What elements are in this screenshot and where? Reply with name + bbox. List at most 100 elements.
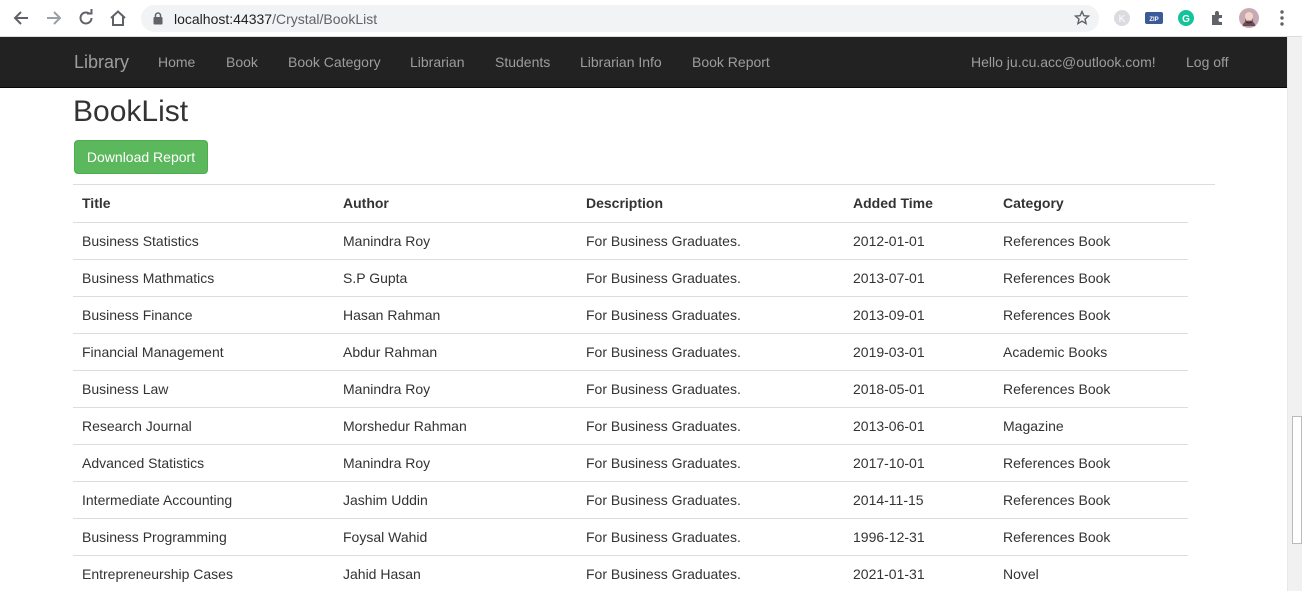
table-row: Business Mathmatics S.P Gupta For Busine… [73,259,1188,297]
book-list-table: Title Author Description Added Time Cate… [73,185,1188,591]
home-button[interactable] [106,6,130,30]
table-header-row: Title Author Description Added Time Cate… [73,185,1188,223]
cell-title: Business Statistics [73,222,334,260]
cell-author: Foysal Wahid [334,518,577,556]
back-button[interactable] [9,6,33,30]
download-report-button[interactable]: Download Report [74,140,208,174]
cell-description: For Business Graduates. [577,370,844,408]
cell-category: References Book [994,444,1188,482]
url-text: localhost:44337/Crystal/BookList [174,11,377,27]
cell-added-time: 2013-09-01 [844,296,994,334]
column-header-category: Category [994,185,1188,223]
column-header-title: Title [73,185,334,223]
cell-title: Business Finance [73,296,334,334]
cell-author: Manindra Roy [334,222,577,260]
cell-added-time: 2021-01-31 [844,555,994,591]
table-row: Financial Management Abdur Rahman For Bu… [73,333,1188,371]
arrow-left-icon [13,11,28,25]
url-host: localhost:44337 [174,11,273,27]
cell-added-time: 1996-12-31 [844,518,994,556]
extension-k-icon[interactable]: K [1112,8,1132,28]
cell-added-time: 2013-07-01 [844,259,994,297]
logoff-link[interactable]: Log off [1186,54,1229,70]
cell-category: Academic Books [994,333,1188,371]
profile-avatar-icon[interactable] [1239,8,1259,28]
forward-button[interactable] [42,6,66,30]
cell-author: Jashim Uddin [334,481,577,519]
scrollbar-thumb[interactable] [1292,416,1302,544]
extension-zip-icon[interactable]: ZIP [1144,8,1164,28]
cell-description: For Business Graduates. [577,333,844,371]
cell-category: Magazine [994,407,1188,445]
nav-book-report[interactable]: Book Report [692,54,770,70]
cell-description: For Business Graduates. [577,518,844,556]
cell-title: Intermediate Accounting [73,481,334,519]
column-header-description: Description [577,185,844,223]
nav-book-category[interactable]: Book Category [288,54,381,70]
nav-librarian[interactable]: Librarian [410,54,464,70]
extensions-puzzle-icon[interactable] [1208,8,1228,28]
extension-grammarly-icon[interactable]: G [1176,8,1196,28]
navbar-brand[interactable]: Library [74,52,129,73]
cell-description: For Business Graduates. [577,481,844,519]
cell-category: References Book [994,481,1188,519]
cell-added-time: 2012-01-01 [844,222,994,260]
svg-text:ZIP: ZIP [1149,17,1158,23]
url-path: /Crystal/BookList [272,11,378,27]
svg-text:K: K [1119,14,1126,25]
cell-description: For Business Graduates. [577,222,844,260]
cell-description: For Business Graduates. [577,296,844,334]
cell-added-time: 2013-06-01 [844,407,994,445]
cell-title: Financial Management [73,333,334,371]
cell-category: References Book [994,259,1188,297]
nav-book[interactable]: Book [226,54,258,70]
cell-category: References Book [994,296,1188,334]
cell-added-time: 2019-03-01 [844,333,994,371]
svg-text:G: G [1182,14,1190,25]
cell-author: Jahid Hasan [334,555,577,591]
table-row: Business Statistics Manindra Roy For Bus… [73,222,1188,260]
table-row: Business Programming Foysal Wahid For Bu… [73,518,1188,556]
column-header-author: Author [334,185,577,223]
cell-added-time: 2014-11-15 [844,481,994,519]
user-greeting-link[interactable]: Hello ju.cu.acc@outlook.com! [971,54,1156,70]
cell-description: For Business Graduates. [577,444,844,482]
nav-students[interactable]: Students [495,54,550,70]
cell-description: For Business Graduates. [577,259,844,297]
cell-author: Morshedur Rahman [334,407,577,445]
cell-title: Business Mathmatics [73,259,334,297]
reload-icon [79,9,93,25]
cell-category: References Book [994,518,1188,556]
arrow-right-icon [47,11,62,25]
cell-title: Research Journal [73,407,334,445]
page-title: BookList [73,95,189,128]
table-row: Business Finance Hasan Rahman For Busine… [73,296,1188,334]
cell-author: Hasan Rahman [334,296,577,334]
cell-added-time: 2017-10-01 [844,444,994,482]
cell-title: Business Programming [73,518,334,556]
nav-librarian-info[interactable]: Librarian Info [580,54,662,70]
address-bar[interactable]: localhost:44337/Crystal/BookList [141,5,1099,32]
cell-added-time: 2018-05-01 [844,370,994,408]
cell-category: References Book [994,370,1188,408]
table-row: Intermediate Accounting Jashim Uddin For… [73,481,1188,519]
nav-home[interactable]: Home [158,54,195,70]
browser-toolbar: localhost:44337/Crystal/BookList K ZIP G [0,0,1302,37]
cell-title: Entrepreneurship Cases [73,555,334,591]
browser-menu-icon[interactable] [1272,8,1292,28]
cell-description: For Business Graduates. [577,407,844,445]
lock-icon [153,12,163,30]
site-navbar: Library Home Book Book Category Libraria… [0,37,1287,88]
table-row: Business Law Manindra Roy For Business G… [73,370,1188,408]
column-header-added-time: Added Time [844,185,994,223]
cell-author: Manindra Roy [334,370,577,408]
cell-author: Manindra Roy [334,444,577,482]
table-row: Advanced Statistics Manindra Roy For Bus… [73,444,1188,482]
table-row: Research Journal Morshedur Rahman For Bu… [73,407,1188,445]
cell-author: S.P Gupta [334,259,577,297]
cell-category: References Book [994,222,1188,260]
bookmark-star-icon[interactable] [1073,9,1091,31]
reload-button[interactable] [74,6,98,30]
cell-description: For Business Graduates. [577,555,844,591]
cell-title: Business Law [73,370,334,408]
